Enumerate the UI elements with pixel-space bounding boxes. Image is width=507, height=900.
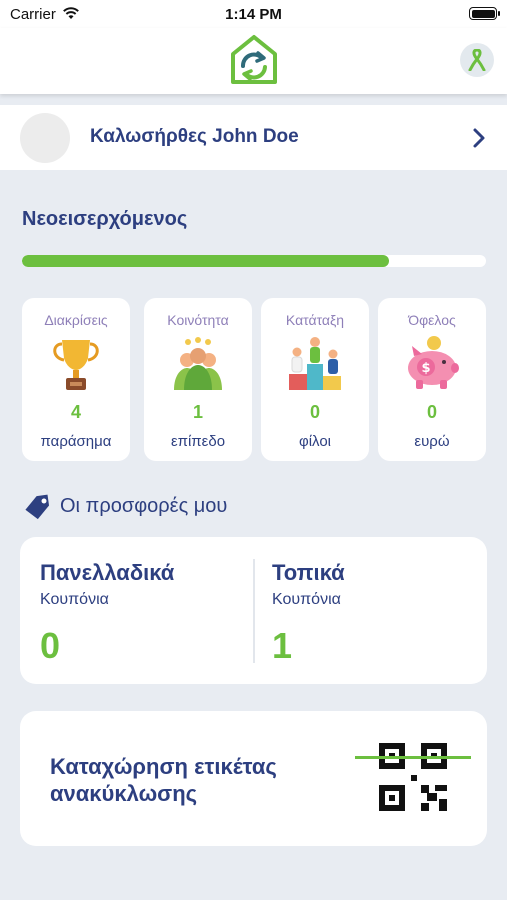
ribbon-button[interactable] <box>460 43 494 77</box>
level-progress-bar <box>22 255 486 267</box>
stat-value: 1 <box>192 402 203 422</box>
national-coupons[interactable]: Πανελλαδικά Κουπόνια 0 <box>40 537 240 684</box>
clock: 1:14 PM <box>225 6 282 23</box>
stat-unit: παράσημα <box>40 433 112 450</box>
stat-card-community[interactable]: Κοινότητα 1 επίπεδο <box>144 298 252 461</box>
coupon-title: Τοπικά <box>272 560 345 585</box>
stat-unit: ευρώ <box>414 433 450 450</box>
stat-unit: επίπεδο <box>170 433 226 450</box>
community-icon <box>174 337 222 390</box>
awareness-ribbon-icon <box>468 49 486 71</box>
stat-title: Κοινότητα <box>167 312 229 328</box>
level-title: Νεοεισερχόμενος <box>22 208 188 230</box>
stat-card-ranking[interactable]: Κατάταξη 0 φίλοι <box>261 298 369 461</box>
stat-card-benefit[interactable]: Όφελος $ 0 ευρώ <box>378 298 486 461</box>
stat-title: Όφελος <box>408 312 456 328</box>
divider <box>253 559 255 663</box>
tag-icon <box>25 494 50 520</box>
welcome-text: Καλωσήρθες John Doe <box>90 126 299 147</box>
register-tag-label: Καταχώρηση ετικέτας ανακύκλωσης <box>50 754 277 806</box>
coupon-subtitle: Κουπόνια <box>272 591 341 608</box>
battery-icon <box>469 7 500 20</box>
status-bar: Carrier 1:14 PM <box>0 0 507 28</box>
coupon-title: Πανελλαδικά <box>40 560 175 585</box>
app-header <box>0 28 507 94</box>
offers-title: Οι προσφορές μου <box>60 495 228 517</box>
svg-text:$: $ <box>421 361 430 376</box>
stat-value: 0 <box>309 402 320 422</box>
piggy-bank-icon: $ <box>408 336 459 389</box>
avatar[interactable] <box>20 113 70 163</box>
trophy-icon <box>53 340 99 390</box>
profile-row[interactable]: Καλωσήρθες John Doe <box>0 105 507 170</box>
stat-title: Διακρίσεις <box>44 312 108 328</box>
coupons-card: Πανελλαδικά Κουπόνια 0 Τοπικά Κουπόνια 1 <box>20 537 487 684</box>
stat-value: 4 <box>70 402 81 422</box>
stat-title: Κατάταξη <box>285 312 345 328</box>
stat-unit: φίλοι <box>298 433 331 450</box>
stat-value: 0 <box>426 402 437 422</box>
local-coupons[interactable]: Τοπικά Κουπόνια 1 <box>272 537 472 684</box>
qr-scan-icon <box>355 743 471 811</box>
coupon-count: 1 <box>272 625 293 666</box>
coupon-subtitle: Κουπόνια <box>40 591 109 608</box>
chevron-right-icon[interactable] <box>472 127 486 149</box>
stat-card-awards[interactable]: Διακρίσεις 4 παράσημα <box>22 298 130 461</box>
coupon-count: 0 <box>40 625 61 666</box>
level-progress-fill <box>22 255 389 267</box>
recycle-house-logo-icon <box>231 35 277 84</box>
register-tag-card[interactable]: Καταχώρηση ετικέτας ανακύκλωσης <box>20 711 487 846</box>
podium-icon <box>289 337 341 390</box>
